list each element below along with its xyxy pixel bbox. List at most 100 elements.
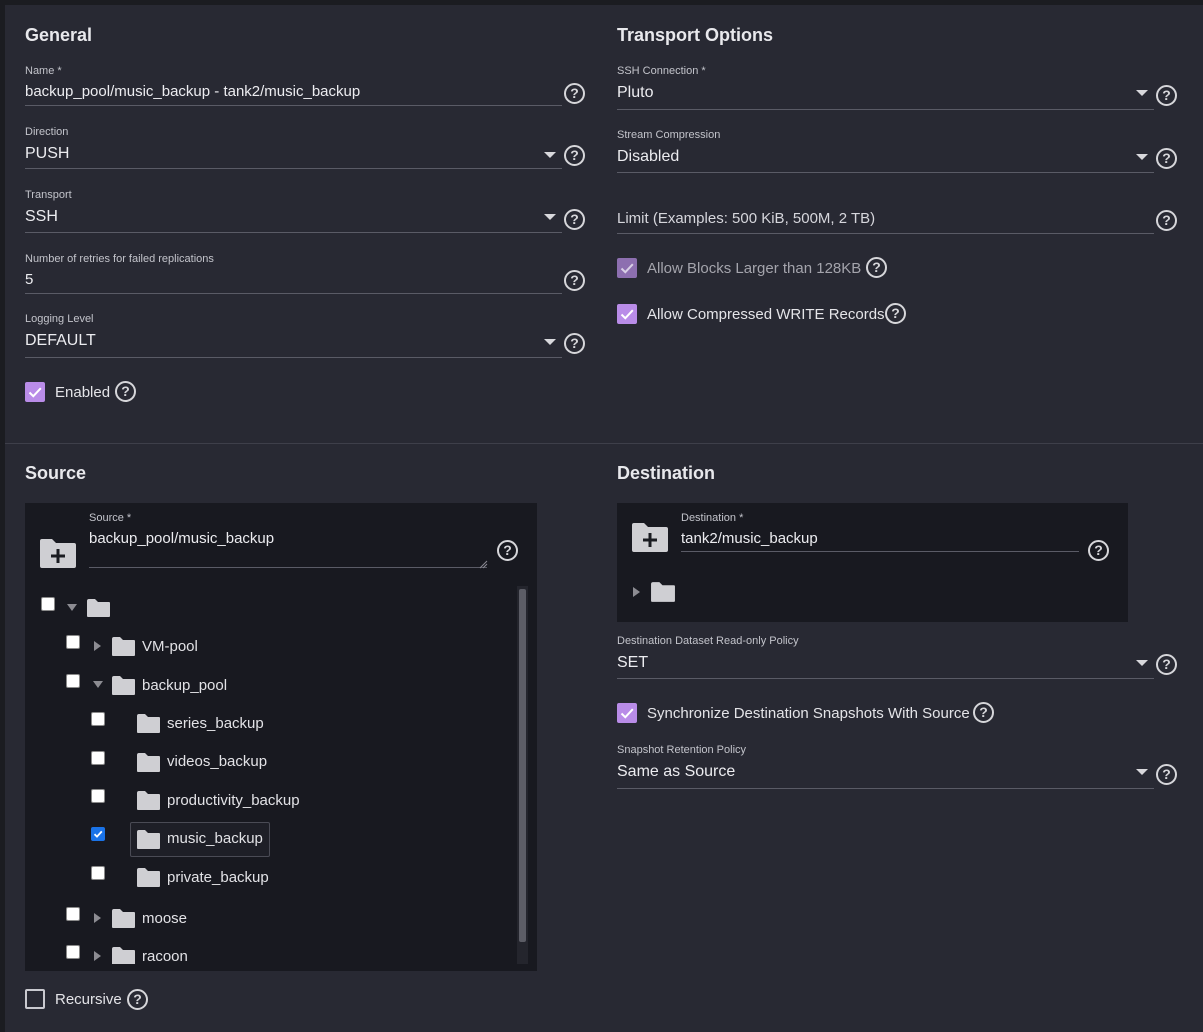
expand-arrow-icon[interactable]	[67, 604, 77, 611]
tree-item-label[interactable]: private_backup	[167, 869, 269, 886]
readonly-policy-label: Destination Dataset Read-only Policy	[617, 635, 799, 647]
stream-compression-select[interactable]: Disabled	[617, 148, 679, 166]
recursive-label: Recursive	[55, 991, 122, 1008]
tree-item-label[interactable]: VM-pool	[142, 638, 198, 655]
help-icon[interactable]: ?	[866, 257, 887, 278]
tree-root-checkbox[interactable]	[41, 597, 55, 611]
help-icon[interactable]: ?	[127, 989, 148, 1010]
help-icon[interactable]: ?	[973, 702, 994, 723]
tree-item-checkbox[interactable]	[91, 751, 105, 765]
folder-icon	[86, 598, 111, 623]
help-icon[interactable]: ?	[564, 270, 585, 291]
source-explorer-panel	[25, 503, 537, 971]
tree-item-label[interactable]: productivity_backup	[167, 792, 300, 809]
chevron-down-icon[interactable]	[544, 214, 556, 220]
help-icon[interactable]: ?	[1156, 148, 1177, 169]
limit-input[interactable]: Limit (Examples: 500 KiB, 500M, 2 TB)	[617, 210, 875, 227]
ssh-connection-select[interactable]: Pluto	[617, 84, 653, 102]
tree-scrollbar-thumb[interactable]	[519, 589, 526, 942]
expand-arrow-icon[interactable]	[94, 951, 101, 961]
section-divider	[5, 443, 1203, 444]
allow-compressed-checkbox[interactable]	[617, 304, 637, 324]
tree-item-checkbox[interactable]	[66, 907, 80, 921]
tree-item-checkbox[interactable]	[91, 789, 105, 803]
tree-item-label[interactable]: series_backup	[167, 715, 264, 732]
checkmark-icon	[28, 387, 42, 398]
source-path-input[interactable]: backup_pool/music_backup	[89, 530, 274, 547]
chevron-down-icon[interactable]	[1136, 769, 1148, 775]
logging-underline	[25, 357, 562, 358]
logging-select[interactable]: DEFAULT	[25, 332, 96, 350]
enabled-checkbox[interactable]	[25, 382, 45, 402]
chevron-down-icon[interactable]	[1136, 660, 1148, 666]
tree-item-label[interactable]: racoon	[142, 948, 188, 965]
tree-item-label[interactable]: videos_backup	[167, 753, 267, 770]
help-icon[interactable]: ?	[564, 209, 585, 230]
help-icon[interactable]: ?	[564, 333, 585, 354]
readonly-policy-select[interactable]: SET	[617, 654, 648, 672]
resize-grip-icon[interactable]	[479, 556, 488, 574]
tree-item-label[interactable]: moose	[142, 910, 187, 927]
retries-input[interactable]: 5	[25, 271, 33, 288]
source-path-underline	[89, 567, 487, 568]
tree-item-checkbox[interactable]	[91, 712, 105, 726]
retention-policy-label: Snapshot Retention Policy	[617, 744, 747, 756]
tree-item-label[interactable]: backup_pool	[142, 677, 227, 694]
folder-icon	[136, 867, 161, 893]
general-section-title: General	[25, 25, 93, 45]
tree-item-checkbox[interactable]	[66, 674, 80, 688]
transport-options-title: Transport Options	[617, 25, 774, 45]
transport-label: Transport	[25, 189, 72, 201]
chevron-down-icon[interactable]	[544, 339, 556, 345]
readonly-policy-underline	[617, 678, 1154, 679]
folder-plus-icon[interactable]	[39, 537, 77, 574]
help-icon[interactable]: ?	[564, 145, 585, 166]
retention-policy-select[interactable]: Same as Source	[617, 763, 735, 781]
help-icon[interactable]: ?	[115, 381, 136, 402]
chevron-down-icon[interactable]	[544, 152, 556, 158]
tree-item-checkbox[interactable]	[91, 866, 105, 880]
help-icon[interactable]: ?	[1156, 654, 1177, 675]
recursive-checkbox[interactable]	[25, 989, 45, 1009]
checkmark-icon	[93, 830, 103, 838]
tree-item-checkbox[interactable]	[66, 635, 80, 649]
help-icon[interactable]: ?	[1088, 540, 1109, 561]
direction-underline	[25, 168, 562, 169]
folder-plus-icon[interactable]	[631, 521, 669, 558]
tree-item-label[interactable]: music_backup	[167, 830, 263, 847]
enabled-label: Enabled	[55, 384, 111, 401]
transport-select[interactable]: SSH	[25, 208, 58, 226]
folder-icon	[136, 790, 161, 816]
chevron-down-icon[interactable]	[1136, 90, 1148, 96]
transport-underline	[25, 232, 562, 233]
chevron-down-icon[interactable]	[1136, 154, 1148, 160]
destination-path-input[interactable]: tank2/music_backup	[681, 530, 818, 547]
destination-section-title: Destination	[617, 463, 716, 483]
folder-icon	[111, 908, 136, 934]
help-icon[interactable]: ?	[1156, 85, 1177, 106]
collapse-arrow-icon[interactable]	[93, 681, 103, 688]
ssh-connection-label: SSH Connection *	[617, 65, 706, 77]
source-field-label: Source *	[89, 512, 132, 524]
sync-snapshots-checkbox[interactable]	[617, 703, 637, 723]
direction-select[interactable]: PUSH	[25, 145, 69, 163]
tree-item-checkbox-checked[interactable]	[91, 827, 105, 841]
stream-compression-label: Stream Compression	[617, 129, 721, 141]
expand-arrow-icon[interactable]	[94, 641, 101, 651]
source-section-title: Source	[25, 463, 87, 483]
folder-icon	[136, 829, 161, 855]
help-icon[interactable]: ?	[1156, 764, 1177, 785]
tree-item-checkbox[interactable]	[66, 945, 80, 959]
help-icon[interactable]: ?	[1156, 210, 1177, 231]
stream-compression-underline	[617, 172, 1154, 173]
name-label: Name *	[25, 65, 62, 77]
help-icon[interactable]: ?	[497, 540, 518, 561]
name-input[interactable]: backup_pool/music_backup - tank2/music_b…	[25, 83, 360, 100]
help-icon[interactable]: ?	[885, 303, 906, 324]
name-underline	[25, 105, 562, 106]
allow-blocks-checkbox[interactable]	[617, 258, 637, 278]
expand-arrow-icon[interactable]	[633, 587, 640, 597]
help-icon[interactable]: ?	[564, 83, 585, 104]
direction-label: Direction	[25, 126, 69, 138]
expand-arrow-icon[interactable]	[94, 913, 101, 923]
